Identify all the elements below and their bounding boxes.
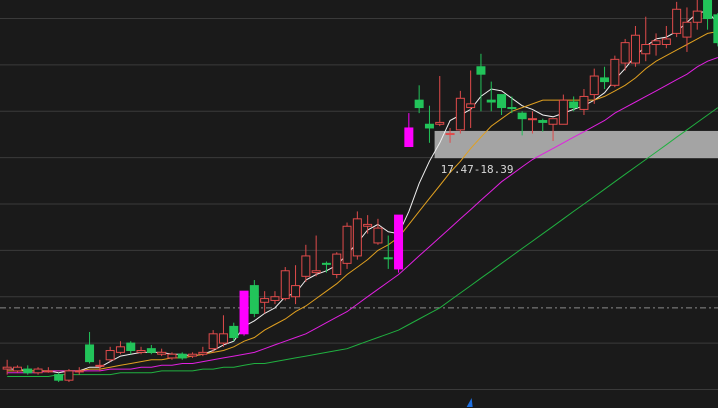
candle-body bbox=[146, 348, 156, 353]
candle-body bbox=[43, 370, 53, 373]
candle-body bbox=[54, 374, 64, 381]
candle-up bbox=[208, 330, 218, 353]
candle-body bbox=[260, 298, 270, 303]
candle-up bbox=[610, 55, 620, 88]
candle-body bbox=[517, 112, 527, 120]
candle-body bbox=[486, 99, 496, 103]
candle-body bbox=[641, 44, 651, 55]
candle-body bbox=[455, 97, 465, 131]
candle-body bbox=[2, 366, 12, 370]
candle-body bbox=[198, 351, 208, 355]
candle-body bbox=[280, 270, 290, 300]
candle-body bbox=[538, 120, 548, 123]
candle-body bbox=[651, 40, 661, 46]
candle-body bbox=[373, 227, 383, 244]
candle-body bbox=[620, 42, 630, 64]
candle-body bbox=[126, 342, 136, 352]
candle-body bbox=[321, 262, 331, 265]
candle-down bbox=[249, 280, 259, 318]
candle-body bbox=[703, 0, 713, 20]
candle-limit bbox=[394, 214, 404, 273]
price-zone-label: 17.47-18.39 bbox=[441, 163, 514, 176]
candle-body bbox=[548, 118, 558, 125]
candle-body bbox=[136, 350, 146, 353]
candle-body bbox=[672, 8, 682, 34]
candle-body bbox=[23, 368, 33, 374]
candle-body bbox=[74, 370, 84, 373]
candle-body bbox=[249, 285, 259, 314]
candlestick-chart: 17.47-18.39 bbox=[0, 0, 718, 408]
candle-body bbox=[352, 218, 362, 257]
candle-body bbox=[630, 34, 640, 64]
candle-body bbox=[394, 214, 404, 270]
candle-body bbox=[64, 370, 74, 381]
candle-body bbox=[177, 353, 187, 359]
candle-up bbox=[332, 252, 342, 279]
candle-body bbox=[569, 101, 579, 109]
candle-body bbox=[383, 257, 393, 260]
candle-body bbox=[589, 75, 599, 96]
price-zone-band bbox=[434, 130, 718, 159]
candle-body bbox=[558, 99, 568, 125]
candle-body bbox=[363, 223, 373, 227]
candle-body bbox=[579, 95, 589, 110]
candle-body bbox=[218, 333, 228, 344]
candle-down bbox=[713, 12, 718, 47]
candle-body bbox=[600, 77, 610, 83]
candle-body bbox=[157, 351, 167, 355]
candle-body bbox=[476, 66, 486, 75]
candle-body bbox=[95, 364, 105, 367]
candle-body bbox=[661, 38, 671, 46]
candle-body bbox=[311, 270, 321, 274]
candle-body bbox=[682, 21, 692, 38]
candle-body bbox=[404, 127, 414, 148]
candle-body bbox=[414, 99, 424, 109]
candle-body bbox=[610, 58, 620, 86]
candle-body bbox=[692, 10, 702, 23]
candle-body bbox=[208, 333, 218, 350]
candle-body bbox=[713, 14, 718, 44]
candle-body bbox=[33, 368, 43, 374]
candle-up bbox=[342, 222, 352, 269]
candle-body bbox=[291, 285, 301, 298]
candle-body bbox=[445, 133, 455, 136]
candle-body bbox=[342, 225, 352, 264]
candle-body bbox=[229, 325, 239, 339]
candle-body bbox=[527, 118, 537, 121]
candle-body bbox=[466, 103, 476, 109]
candle-body bbox=[507, 107, 517, 110]
candle-body bbox=[115, 346, 125, 353]
candle-body bbox=[188, 353, 198, 357]
candle-limit bbox=[239, 290, 249, 336]
candle-down bbox=[54, 372, 64, 383]
candle-body bbox=[435, 121, 445, 125]
candle-body bbox=[424, 123, 434, 129]
candle-up bbox=[64, 369, 74, 383]
candle-body bbox=[167, 353, 177, 359]
candle-body bbox=[497, 94, 507, 109]
candle-body bbox=[105, 350, 115, 361]
candle-up bbox=[280, 267, 290, 301]
candle-body bbox=[332, 253, 342, 275]
candle-body bbox=[12, 366, 22, 372]
candle-up bbox=[352, 211, 362, 260]
candle-body bbox=[239, 290, 249, 335]
candle-body bbox=[85, 344, 95, 363]
candle-body bbox=[301, 255, 311, 277]
candle-body bbox=[270, 296, 280, 301]
